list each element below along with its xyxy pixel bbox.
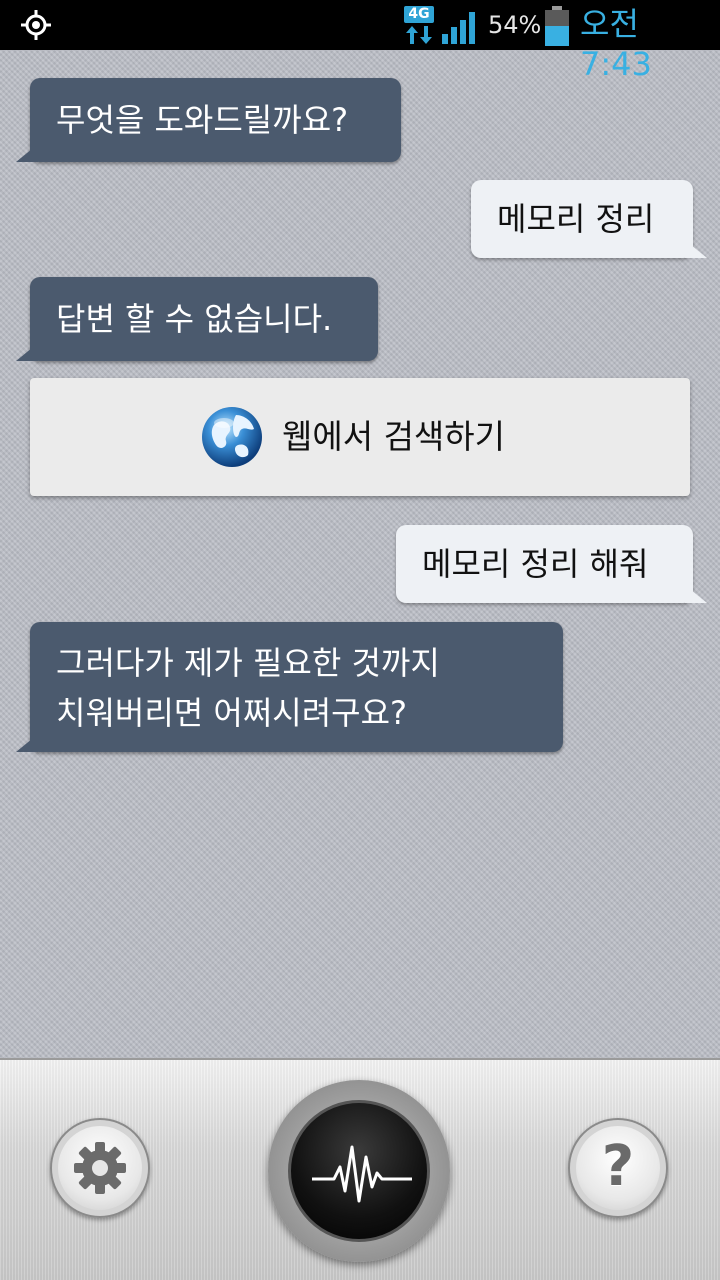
web-search-label: 웹에서 검색하기 — [282, 417, 506, 456]
message-text: 치워버리면 어쩌시려구요? — [56, 694, 407, 732]
globe-icon — [202, 407, 262, 467]
battery-percent: 54% — [488, 11, 542, 39]
signal-icon — [442, 12, 475, 44]
help-icon: ? — [601, 1134, 635, 1199]
data-arrows-icon — [406, 26, 432, 44]
gear-icon — [74, 1142, 126, 1194]
message-text: 메모리 정리 해줘 — [422, 545, 649, 583]
voice-input-button[interactable] — [268, 1080, 450, 1262]
message-text: 무엇을 도와드릴까요? — [56, 101, 349, 139]
message-text: 메모리 정리 — [497, 200, 655, 238]
network-indicator: 4G — [402, 6, 436, 44]
status-bar: 4G 54% 오전 7:43 — [0, 0, 720, 83]
assistant-message: 그러다가 제가 필요한 것까지 치워버리면 어쩌시려구요? — [16, 622, 563, 752]
message-text: 답변 할 수 없습니다. — [56, 300, 333, 338]
assistant-message: 무엇을 도와드릴까요? — [16, 78, 401, 162]
settings-button[interactable] — [50, 1118, 150, 1218]
help-button[interactable]: ? — [568, 1118, 668, 1218]
battery-icon — [545, 6, 569, 46]
bottom-control-bar: ? — [0, 1058, 720, 1280]
clock: 오전 7:43 — [580, 5, 652, 83]
user-message: 메모리 정리 — [471, 180, 707, 258]
gps-icon — [21, 10, 51, 40]
voice-button-face — [288, 1100, 430, 1242]
user-message: 메모리 정리 해줘 — [396, 525, 707, 603]
message-text: 그러다가 제가 필요한 것까지 — [56, 644, 440, 682]
assistant-message: 답변 할 수 없습니다. — [16, 277, 378, 361]
voice-waveform-icon — [312, 1145, 412, 1203]
network-type-label: 4G — [404, 6, 434, 23]
web-search-button[interactable]: 웹에서 검색하기 — [30, 378, 690, 496]
